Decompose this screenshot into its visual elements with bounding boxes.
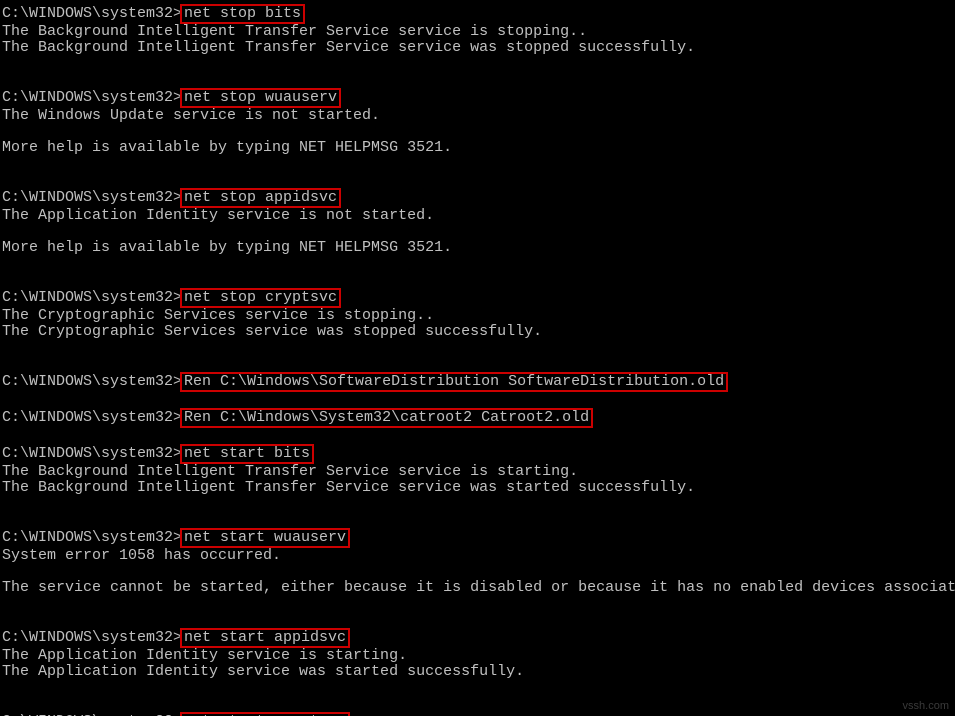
output-line: The service cannot be started, either be… (2, 580, 953, 596)
command-text: net stop bits (180, 4, 305, 24)
output-line (2, 340, 953, 356)
output-line (2, 272, 953, 288)
command-text: net stop cryptsvc (180, 288, 341, 308)
command-prompt-window[interactable]: C:\WINDOWS\system32>net stop bitsThe Bac… (0, 0, 955, 716)
watermark-text: vssh.com (903, 700, 949, 712)
command-line: C:\WINDOWS\system32>net start wuauserv (2, 528, 953, 548)
command-line: C:\WINDOWS\system32>net start appidsvc (2, 628, 953, 648)
output-line (2, 392, 953, 408)
prompt-text: C:\WINDOWS\system32> (2, 89, 182, 106)
output-line (2, 428, 953, 444)
output-line: More help is available by typing NET HEL… (2, 240, 953, 256)
output-line (2, 696, 953, 712)
output-line: The Cryptographic Services service was s… (2, 324, 953, 340)
output-line: The Background Intelligent Transfer Serv… (2, 480, 953, 496)
prompt-text: C:\WINDOWS\system32> (2, 289, 182, 306)
command-text: net stop wuauserv (180, 88, 341, 108)
output-line (2, 156, 953, 172)
output-line: The Application Identity service is not … (2, 208, 953, 224)
command-text: net start wuauserv (180, 528, 350, 548)
output-line: The Background Intelligent Transfer Serv… (2, 24, 953, 40)
output-line (2, 612, 953, 628)
output-line: More help is available by typing NET HEL… (2, 140, 953, 156)
output-line (2, 172, 953, 188)
prompt-text: C:\WINDOWS\system32> (2, 5, 182, 22)
prompt-text: C:\WINDOWS\system32> (2, 629, 182, 646)
output-line: The Background Intelligent Transfer Serv… (2, 464, 953, 480)
command-line: C:\WINDOWS\system32>net start cryptsvc (2, 712, 953, 716)
prompt-text: C:\WINDOWS\system32> (2, 373, 182, 390)
output-line (2, 496, 953, 512)
output-line (2, 680, 953, 696)
command-line: C:\WINDOWS\system32>Ren C:\Windows\Syste… (2, 408, 953, 428)
output-line (2, 72, 953, 88)
prompt-text: C:\WINDOWS\system32> (2, 529, 182, 546)
command-line: C:\WINDOWS\system32>net stop bits (2, 4, 953, 24)
command-text: net start cryptsvc (180, 712, 350, 716)
command-text: net start bits (180, 444, 314, 464)
output-line: The Windows Update service is not starte… (2, 108, 953, 124)
command-text: Ren C:\Windows\System32\catroot2 Catroot… (180, 408, 593, 428)
output-line (2, 124, 953, 140)
output-line: The Application Identity service is star… (2, 648, 953, 664)
prompt-text: C:\WINDOWS\system32> (2, 409, 182, 426)
command-line: C:\WINDOWS\system32>net stop wuauserv (2, 88, 953, 108)
output-line (2, 56, 953, 72)
command-line: C:\WINDOWS\system32>net start bits (2, 444, 953, 464)
output-line (2, 564, 953, 580)
output-line (2, 596, 953, 612)
output-line: The Background Intelligent Transfer Serv… (2, 40, 953, 56)
output-line: System error 1058 has occurred. (2, 548, 953, 564)
output-line: The Application Identity service was sta… (2, 664, 953, 680)
command-line: C:\WINDOWS\system32>net stop cryptsvc (2, 288, 953, 308)
command-text: net stop appidsvc (180, 188, 341, 208)
output-line (2, 512, 953, 528)
command-line: C:\WINDOWS\system32>net stop appidsvc (2, 188, 953, 208)
command-line: C:\WINDOWS\system32>Ren C:\Windows\Softw… (2, 372, 953, 392)
prompt-text: C:\WINDOWS\system32> (2, 445, 182, 462)
output-line (2, 224, 953, 240)
command-text: net start appidsvc (180, 628, 350, 648)
output-line (2, 256, 953, 272)
command-text: Ren C:\Windows\SoftwareDistribution Soft… (180, 372, 728, 392)
prompt-text: C:\WINDOWS\system32> (2, 189, 182, 206)
output-line (2, 356, 953, 372)
output-line: The Cryptographic Services service is st… (2, 308, 953, 324)
